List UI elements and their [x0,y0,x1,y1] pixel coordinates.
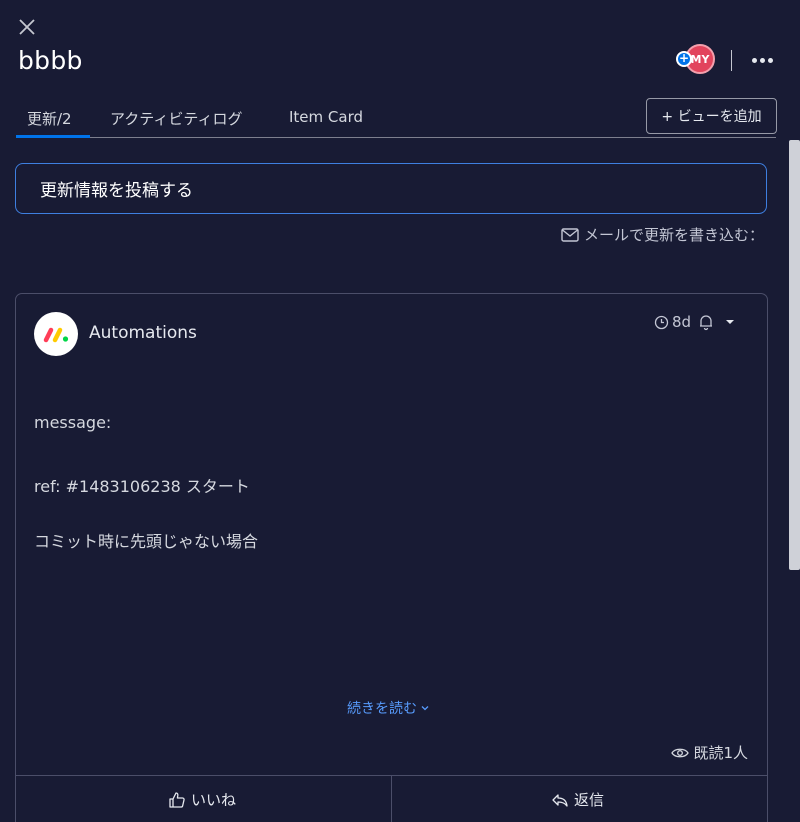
more-options-button[interactable] [748,48,776,72]
post-time: 8d [654,313,691,331]
close-button[interactable] [14,14,40,40]
more-icon-dot [759,57,765,63]
scrollbar[interactable] [789,140,800,570]
post-time-label: 8d [672,313,692,331]
plus-icon: + [676,51,692,67]
chevron-down-icon [421,706,429,711]
post-body-line: ref: #1483106238 スタート [34,477,250,496]
like-button[interactable]: いいね [168,789,236,810]
seen-label: 既読1人 [693,744,748,762]
email-link-label: メールで更新を書き込む： [583,226,764,244]
add-view-button[interactable]: + ビューを追加 [646,98,777,134]
update-card [15,293,768,822]
more-icon [751,57,757,63]
tab-updates[interactable]: 更新/2 [27,108,72,129]
active-tab-indicator [16,135,90,138]
post-body-line: message: [34,413,112,432]
divider [731,50,732,71]
post-meta: 8d [654,313,739,331]
seen-by-button[interactable]: 既読1人 [671,742,748,763]
close-icon [19,19,35,35]
post-body-line: コミット時に先頭じゃない場合 [34,532,259,551]
post-menu-button[interactable] [721,313,739,331]
envelope-icon [561,227,579,242]
tab-item-card[interactable]: Item Card [289,108,363,126]
like-label: いいね [191,791,237,809]
update-composer[interactable]: 更新情報を投稿する [15,163,767,214]
reply-button[interactable]: 返信 [551,789,604,810]
tab-activity-log[interactable]: アクティビティログ [110,108,242,129]
add-subscriber-button[interactable]: MY + [676,44,716,74]
read-more-label: 続きを読む [347,701,417,717]
monday-logo-icon [43,327,69,343]
email-update-link[interactable]: メールで更新を書き込む： [561,224,764,245]
automations-logo [34,312,78,356]
clock-icon [654,315,669,329]
tabs-divider [16,137,776,138]
footer-vertical-divider [391,775,392,822]
thumbs-up-icon [169,791,185,808]
more-icon-dot [767,57,773,63]
reply-label: 返信 [574,791,605,809]
bell-icon [700,315,713,331]
reply-icon [552,793,568,807]
item-title[interactable]: bbbb [18,46,83,75]
post-author[interactable]: Automations [89,323,197,343]
notification-bell-button[interactable] [697,313,715,331]
read-more-link[interactable]: 続きを読む [347,698,430,718]
eye-icon [671,748,690,757]
caret-down-icon [726,320,735,324]
